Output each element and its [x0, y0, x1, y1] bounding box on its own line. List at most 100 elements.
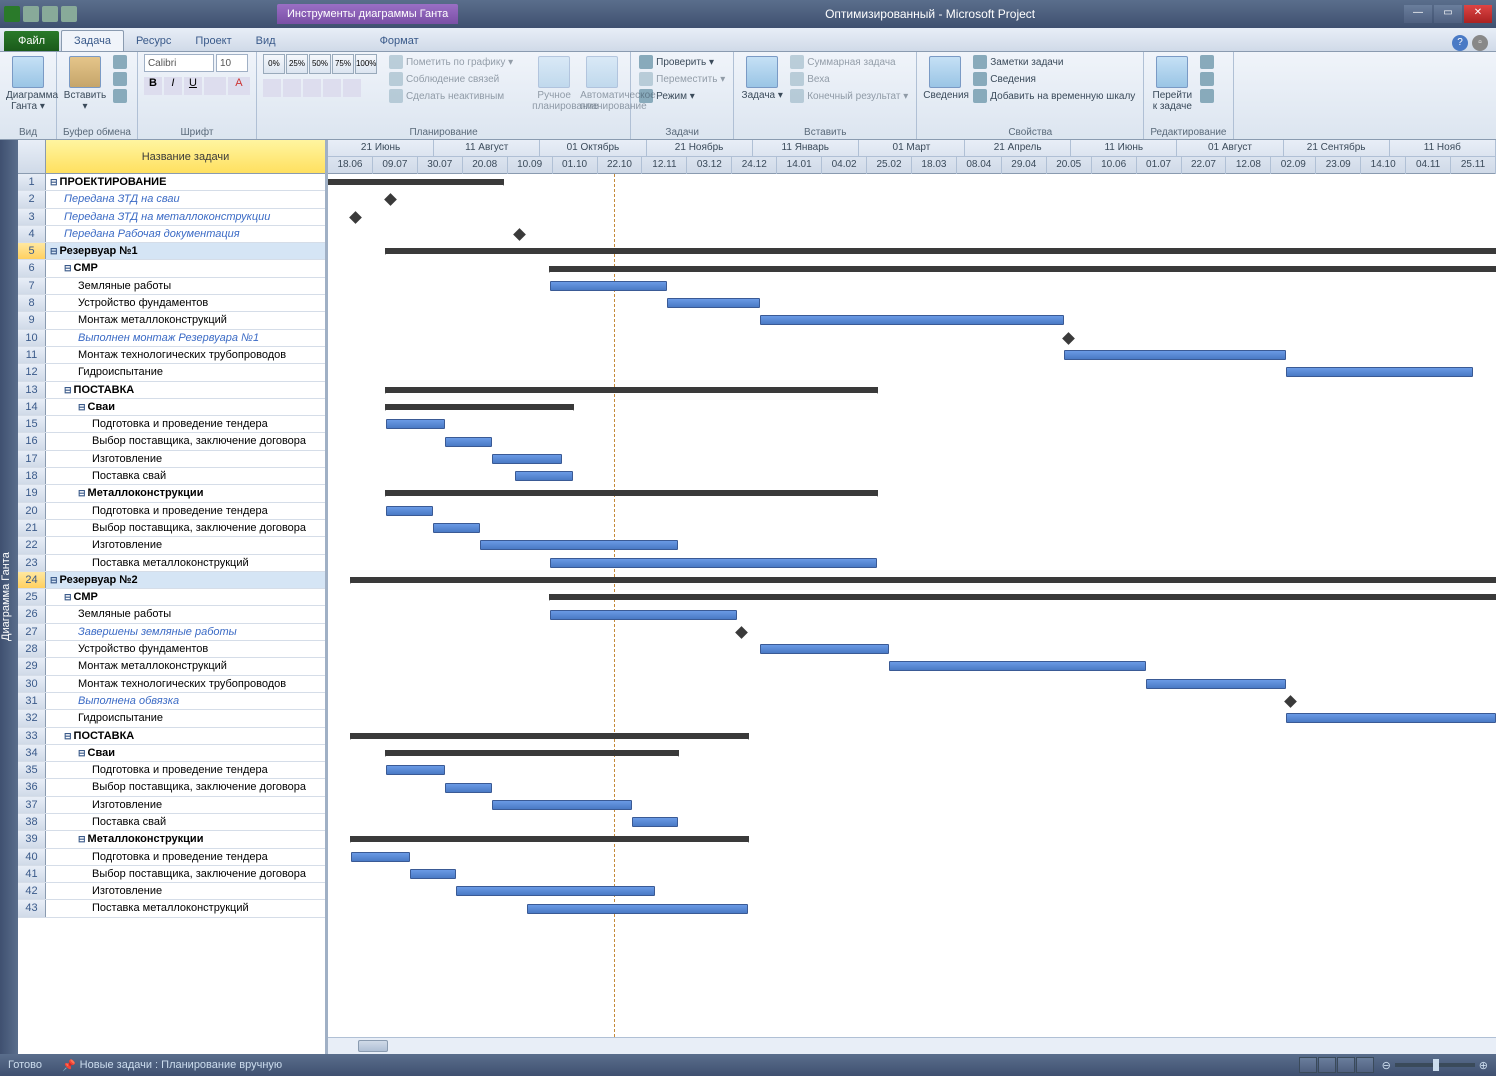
task-row[interactable]: 3Передана ЗТД на металлоконструкции — [18, 209, 325, 226]
font-name-combo[interactable] — [144, 54, 214, 72]
summary-bar[interactable] — [351, 577, 1496, 583]
zoom-out-button[interactable]: ⊖ — [1382, 1059, 1391, 1072]
task-id-cell[interactable]: 19 — [18, 485, 46, 501]
task-id-cell[interactable]: 40 — [18, 849, 46, 865]
task-id-cell[interactable]: 5 — [18, 243, 46, 259]
task-row[interactable]: 37Изготовление — [18, 797, 325, 814]
summary-bar[interactable] — [550, 266, 1496, 272]
task-bar[interactable] — [632, 817, 679, 827]
task-row[interactable]: 25⊟СМР — [18, 589, 325, 606]
task-name-cell[interactable]: Монтаж технологических трубопроводов — [46, 676, 325, 692]
collapse-icon[interactable]: ⊟ — [78, 488, 86, 498]
task-row[interactable]: 14⊟Сваи — [18, 399, 325, 416]
task-bar[interactable] — [760, 644, 888, 654]
task-name-cell[interactable]: ⊟Сваи — [46, 399, 325, 415]
collapse-icon[interactable]: ⊟ — [50, 177, 58, 187]
milestone-marker[interactable] — [735, 626, 748, 639]
task-name-cell[interactable]: ⊟ПОСТАВКА — [46, 728, 325, 744]
pct-25[interactable]: 25% — [286, 54, 308, 74]
tab-task[interactable]: Задача — [61, 30, 124, 51]
task-name-cell[interactable]: ⊟СМР — [46, 589, 325, 605]
task-name-cell[interactable]: ⊟Резервуар №1 — [46, 243, 325, 259]
task-id-cell[interactable]: 17 — [18, 451, 46, 467]
task-id-cell[interactable]: 26 — [18, 606, 46, 622]
inspect-button[interactable]: Проверить ▾ — [637, 54, 727, 70]
task-row[interactable]: 31Выполнена обвязка — [18, 693, 325, 710]
task-row[interactable]: 22Изготовление — [18, 537, 325, 554]
task-row[interactable]: 28Устройство фундаментов — [18, 641, 325, 658]
task-bar[interactable] — [1286, 367, 1473, 377]
task-id-cell[interactable]: 31 — [18, 693, 46, 709]
collapse-icon[interactable]: ⊟ — [64, 385, 72, 395]
task-bar[interactable] — [1064, 350, 1286, 360]
summary-bar[interactable] — [351, 836, 748, 842]
task-row[interactable]: 41Выбор поставщика, заключение договора — [18, 866, 325, 883]
task-bar[interactable] — [386, 419, 444, 429]
task-row[interactable]: 20Подготовка и проведение тендера — [18, 503, 325, 520]
task-id-cell[interactable]: 14 — [18, 399, 46, 415]
task-bar[interactable] — [386, 506, 433, 516]
task-row[interactable]: 36Выбор поставщика, заключение договора — [18, 779, 325, 796]
task-bar[interactable] — [386, 765, 444, 775]
task-bar[interactable] — [480, 540, 679, 550]
task-name-cell[interactable]: Изготовление — [46, 537, 325, 553]
task-id-cell[interactable]: 27 — [18, 624, 46, 640]
task-id-cell[interactable]: 9 — [18, 312, 46, 328]
task-name-cell[interactable]: Монтаж металлоконструкций — [46, 658, 325, 674]
task-row[interactable]: 4Передана Рабочая документация — [18, 226, 325, 243]
task-row[interactable]: 21Выбор поставщика, заключение договора — [18, 520, 325, 537]
task-row[interactable]: 11Монтаж технологических трубопроводов — [18, 347, 325, 364]
task-row[interactable]: 19⊟Металлоконструкции — [18, 485, 325, 502]
information-button[interactable]: Сведения — [923, 54, 967, 101]
task-row[interactable]: 8Устройство фундаментов — [18, 295, 325, 312]
task-row[interactable]: 30Монтаж технологических трубопроводов — [18, 676, 325, 693]
pct-75[interactable]: 75% — [332, 54, 354, 74]
task-row[interactable]: 35Подготовка и проведение тендера — [18, 762, 325, 779]
task-bar[interactable] — [760, 315, 1064, 325]
summary-bar[interactable] — [386, 387, 877, 393]
task-name-cell[interactable]: ⊟ПОСТАВКА — [46, 382, 325, 398]
task-id-cell[interactable]: 35 — [18, 762, 46, 778]
copy-button[interactable] — [111, 71, 129, 87]
task-row[interactable]: 6⊟СМР — [18, 260, 325, 277]
scroll-to-task-button[interactable]: Перейти к задаче — [1150, 54, 1194, 112]
minimize-ribbon-icon[interactable]: ▫ — [1472, 35, 1488, 51]
milestone-marker[interactable] — [349, 211, 362, 224]
task-name-cell[interactable]: Подготовка и проведение тендера — [46, 503, 325, 519]
task-name-cell[interactable]: Устройство фундаментов — [46, 641, 325, 657]
task-bar[interactable] — [1146, 679, 1286, 689]
italic-button[interactable]: I — [164, 77, 182, 95]
task-id-cell[interactable]: 21 — [18, 520, 46, 536]
task-row[interactable]: 15Подготовка и проведение тендера — [18, 416, 325, 433]
task-name-cell[interactable]: Выбор поставщика, заключение договора — [46, 433, 325, 449]
task-name-cell[interactable]: Завершены земляные работы — [46, 624, 325, 640]
task-bar[interactable] — [550, 558, 877, 568]
file-tab[interactable]: Файл — [4, 31, 59, 51]
task-bar[interactable] — [1286, 713, 1496, 723]
task-name-cell[interactable]: Выбор поставщика, заключение договора — [46, 779, 325, 795]
task-bar[interactable] — [445, 437, 492, 447]
name-column-header[interactable]: Название задачи — [46, 140, 325, 173]
task-row[interactable]: 13⊟ПОСТАВКА — [18, 382, 325, 399]
summary-bar[interactable] — [386, 750, 678, 756]
collapse-icon[interactable]: ⊟ — [64, 263, 72, 273]
task-name-cell[interactable]: Подготовка и проведение тендера — [46, 416, 325, 432]
collapse-icon[interactable]: ⊟ — [78, 748, 86, 758]
view-task-usage-icon[interactable] — [1318, 1057, 1336, 1073]
task-id-cell[interactable]: 1 — [18, 174, 46, 190]
task-row[interactable]: 12Гидроиспытание — [18, 364, 325, 381]
task-row[interactable]: 17Изготовление — [18, 451, 325, 468]
task-id-cell[interactable]: 2 — [18, 191, 46, 207]
milestone-marker[interactable] — [385, 193, 398, 206]
tab-format[interactable]: Формат — [368, 31, 431, 51]
summary-bar[interactable] — [386, 490, 877, 496]
task-name-cell[interactable]: Передана ЗТД на металлоконструкции — [46, 209, 325, 225]
redo-icon[interactable] — [61, 6, 77, 22]
gantt-body[interactable] — [328, 174, 1496, 1037]
task-name-cell[interactable]: Гидроиспытание — [46, 710, 325, 726]
indent-button[interactable] — [283, 79, 301, 97]
task-id-cell[interactable]: 24 — [18, 572, 46, 588]
scroll-thumb[interactable] — [358, 1040, 388, 1052]
task-name-cell[interactable]: Выполнена обвязка — [46, 693, 325, 709]
task-name-cell[interactable]: Выбор поставщика, заключение договора — [46, 866, 325, 882]
